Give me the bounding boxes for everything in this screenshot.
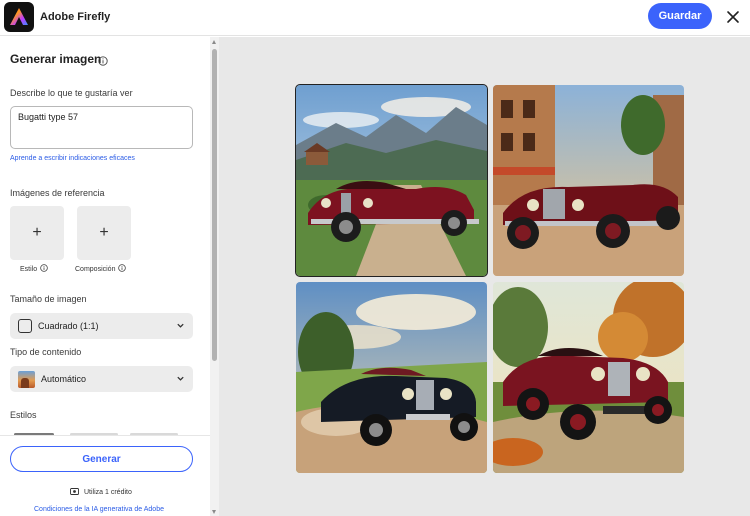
image-size-select[interactable]: Cuadrado (1:1) xyxy=(10,313,193,339)
prompt-input[interactable]: Bugatti type 57 xyxy=(10,106,193,149)
generated-image-1[interactable] xyxy=(295,84,488,277)
close-icon[interactable] xyxy=(722,6,744,28)
content-type-select[interactable]: Automático xyxy=(10,366,193,392)
composition-label-text: Composición xyxy=(75,265,116,273)
image-size-value: Cuadrado (1:1) xyxy=(38,321,99,331)
content-type-label: Tipo de contenido xyxy=(10,347,82,357)
learn-prompts-link[interactable]: Aprende a escribir indicaciones eficaces xyxy=(10,155,135,162)
content-type-thumbnail-icon xyxy=(18,370,35,388)
reference-images-label: Imágenes de referencia xyxy=(10,188,105,198)
credits-info: Utiliza 1 crédito xyxy=(70,487,132,498)
panel-title: Generar imagen xyxy=(10,52,102,66)
prompt-label: Describe lo que te gustaría ver xyxy=(10,88,133,98)
app-header: Adobe Firefly Guardar xyxy=(0,0,750,36)
info-icon[interactable] xyxy=(118,264,127,274)
terms-link[interactable]: Condiciones de la IA generativa de Adobe xyxy=(34,506,164,513)
content-type-value: Automático xyxy=(41,374,87,384)
save-button[interactable]: Guardar xyxy=(648,3,712,29)
style-label-text: Estilo xyxy=(20,265,38,273)
generated-image-4[interactable] xyxy=(493,282,684,473)
chevron-down-icon xyxy=(176,321,185,332)
scroll-down-arrow[interactable] xyxy=(212,510,216,514)
style-reference-label: Estilo xyxy=(20,264,48,274)
square-aspect-icon xyxy=(18,319,32,333)
app-title: Adobe Firefly xyxy=(40,11,111,23)
generated-image-2[interactable] xyxy=(493,85,684,276)
panel-scrollbar[interactable] xyxy=(210,37,219,516)
image-size-label: Tamaño de imagen xyxy=(10,294,87,304)
credit-icon xyxy=(70,487,80,498)
scrollbar-thumb[interactable] xyxy=(212,49,217,361)
style-reference-button[interactable]: + xyxy=(10,206,64,260)
chevron-down-icon xyxy=(176,374,185,385)
plus-icon: + xyxy=(99,224,109,241)
info-icon[interactable] xyxy=(98,53,108,71)
plus-icon: + xyxy=(32,224,42,241)
credits-text: Utiliza 1 crédito xyxy=(84,489,132,496)
panel-divider xyxy=(0,435,210,436)
generated-image-3[interactable] xyxy=(296,282,487,473)
results-canvas xyxy=(219,37,750,516)
generate-panel: Generar imagen Describe lo que te gustar… xyxy=(0,37,210,516)
adobe-firefly-logo[interactable] xyxy=(4,2,34,32)
info-icon[interactable] xyxy=(40,264,48,274)
composition-reference-label: Composición xyxy=(75,264,127,274)
composition-reference-button[interactable]: + xyxy=(77,206,131,260)
scroll-up-arrow[interactable] xyxy=(212,40,216,44)
generate-button[interactable]: Generar xyxy=(10,446,193,472)
styles-label: Estilos xyxy=(10,410,37,420)
